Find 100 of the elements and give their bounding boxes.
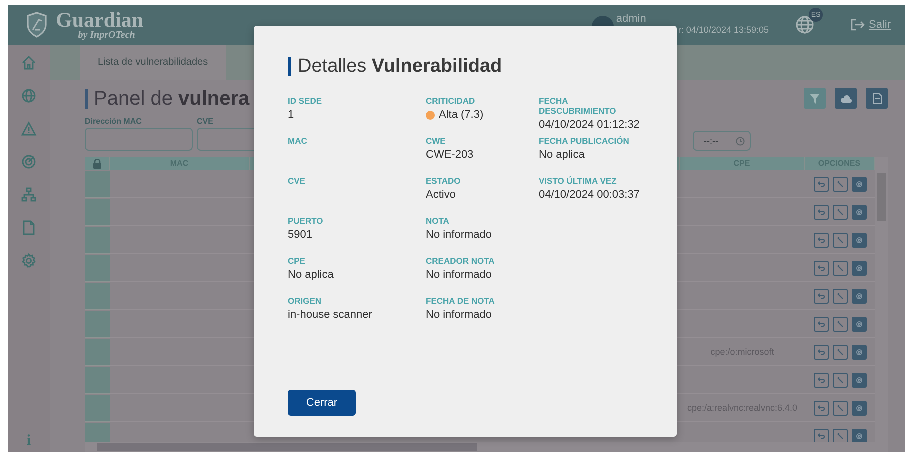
page-title: Panel de vulnera	[85, 88, 250, 108]
home-icon[interactable]	[21, 55, 37, 71]
lock-icon	[92, 158, 102, 168]
undo-button[interactable]	[814, 176, 828, 192]
settings-button[interactable]	[852, 372, 866, 388]
undo-button[interactable]	[814, 232, 828, 248]
wrench-button[interactable]	[832, 288, 848, 304]
document-icon	[872, 93, 882, 104]
settings-button[interactable]	[852, 176, 866, 192]
wrench-icon	[836, 264, 844, 272]
lock-column-cell	[85, 255, 110, 282]
wrench-button[interactable]	[832, 400, 848, 416]
undo-button[interactable]	[814, 316, 828, 332]
field-label: FECHA DE NOTA	[426, 296, 496, 306]
undo-button[interactable]	[814, 400, 828, 416]
settings-button[interactable]	[852, 428, 866, 444]
vertical-scrollbar[interactable]	[875, 157, 888, 452]
undo-icon	[818, 293, 824, 299]
wrench-icon	[836, 180, 844, 188]
settings-button[interactable]	[852, 316, 866, 332]
lock-column-cell	[85, 395, 110, 422]
field-label: VISTO ÚLTIMA VEZ	[539, 176, 618, 186]
clock-icon	[736, 136, 745, 146]
undo-icon	[818, 377, 824, 383]
lock-column-cell	[85, 283, 110, 310]
field-label: CRITICIDAD	[426, 96, 476, 106]
field-value: 04/10/2024 01:12:32	[539, 119, 640, 131]
filter-icon	[810, 94, 820, 104]
settings-button[interactable]	[852, 344, 866, 360]
undo-button[interactable]	[814, 288, 828, 304]
wrench-icon	[836, 404, 844, 412]
horizontal-scrollbar[interactable]	[85, 442, 875, 452]
wrench-button[interactable]	[832, 316, 848, 332]
filter-label: Dirección MAC	[85, 117, 143, 126]
lock-column-cell	[85, 199, 110, 226]
wrench-button[interactable]	[832, 260, 848, 276]
shield-logo-icon	[26, 12, 48, 38]
wrench-icon	[836, 292, 844, 300]
logout-icon[interactable]	[850, 19, 865, 31]
field-label: CVE	[288, 176, 306, 186]
field-label: CPE	[288, 256, 306, 266]
logout-link[interactable]: Salir	[868, 19, 891, 31]
wrench-button[interactable]	[832, 176, 848, 192]
undo-button[interactable]	[814, 204, 828, 220]
field-label: CREADOR NOTA	[426, 256, 496, 266]
lock-column-cell	[85, 311, 110, 338]
cloud-icon	[840, 94, 852, 102]
field-value: in-house scanner	[288, 309, 372, 321]
wrench-button[interactable]	[832, 372, 848, 388]
wrench-button[interactable]	[832, 232, 848, 248]
radar-icon[interactable]	[21, 154, 37, 170]
undo-button[interactable]	[814, 344, 828, 360]
field-label: NOTA	[426, 216, 450, 226]
wrench-icon	[836, 432, 844, 440]
field-value: CWE-203	[426, 149, 474, 161]
lock-column-cell	[85, 339, 110, 366]
filter-button[interactable]	[804, 88, 826, 109]
info-icon[interactable]: i	[26, 433, 32, 450]
undo-icon	[818, 433, 824, 439]
wrench-button[interactable]	[832, 204, 848, 220]
export-button[interactable]	[866, 88, 888, 109]
field-label: MAC	[288, 136, 308, 146]
lock-column-cell	[85, 227, 110, 254]
field-label: ESTADO	[426, 176, 462, 186]
field-value: Alta (7.3)	[439, 109, 484, 121]
brand-tagline: by InprOTech	[78, 30, 136, 40]
undo-icon	[818, 349, 824, 355]
close-button[interactable]: Cerrar	[288, 390, 356, 416]
field-value: Activo	[426, 189, 456, 201]
field-value: No informado	[426, 309, 492, 321]
network-icon[interactable]	[21, 187, 37, 203]
undo-button[interactable]	[814, 260, 828, 276]
undo-icon	[818, 237, 824, 243]
field-value: 1	[288, 109, 294, 121]
settings-button[interactable]	[852, 260, 866, 276]
settings-button[interactable]	[852, 288, 866, 304]
field-label: PUERTO	[288, 216, 324, 226]
wrench-icon	[836, 376, 844, 384]
wrench-button[interactable]	[832, 344, 848, 360]
time-field[interactable]: --:--	[693, 131, 751, 151]
field-label: ORIGEN	[288, 296, 323, 306]
document-icon[interactable]	[21, 220, 37, 236]
field-value: No aplica	[539, 149, 585, 161]
settings-button[interactable]	[852, 232, 866, 248]
tab[interactable]: Lista de vulnerabilidades	[80, 45, 226, 80]
field-label: ID SEDE	[288, 96, 324, 106]
field-label: FECHA PUBLICACIÓN	[539, 136, 630, 146]
settings-button[interactable]	[852, 204, 866, 220]
undo-icon	[818, 321, 824, 327]
undo-button[interactable]	[814, 372, 828, 388]
wrench-icon	[836, 348, 844, 356]
field-label: CWE	[426, 136, 447, 146]
settings-button[interactable]	[852, 400, 866, 416]
field-value: No informado	[426, 229, 492, 241]
wrench-icon	[836, 208, 844, 216]
lock-column-cell	[85, 367, 110, 394]
warning-icon[interactable]	[21, 121, 37, 137]
upload-button[interactable]	[835, 88, 857, 109]
user-name: admin	[616, 12, 648, 24]
filter-field[interactable]	[85, 128, 193, 151]
